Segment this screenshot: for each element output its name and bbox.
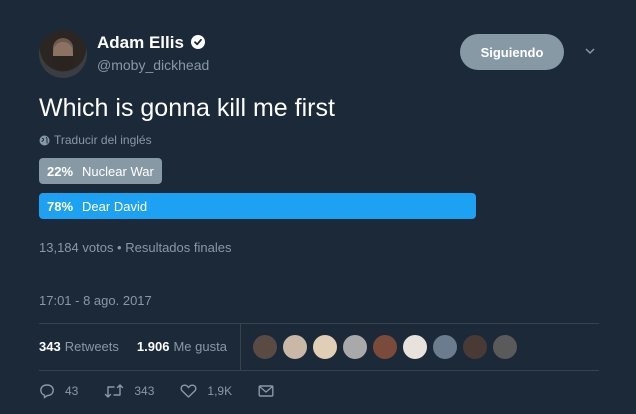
heart-icon bbox=[180, 384, 197, 398]
envelope-icon bbox=[258, 385, 274, 397]
poll-option-label: Nuclear War bbox=[82, 163, 154, 179]
translate-label: Traducir del inglés bbox=[54, 133, 152, 147]
tweet-timestamp[interactable]: 17:01 - 8 ago. 2017 bbox=[39, 293, 152, 308]
divider bbox=[39, 323, 599, 324]
liker-avatar[interactable] bbox=[432, 334, 458, 360]
poll-option-percent: 22% bbox=[47, 163, 74, 179]
retweet-count: 343 bbox=[134, 384, 155, 398]
globe-icon bbox=[39, 135, 50, 146]
retweet-icon bbox=[105, 384, 124, 398]
liker-avatar[interactable] bbox=[282, 334, 308, 360]
like-count: 1,9K bbox=[207, 384, 233, 398]
poll-option-percent: 78% bbox=[47, 198, 74, 214]
retweets-count[interactable]: 343 bbox=[39, 339, 61, 354]
tweet-text: Which is gonna kill me first bbox=[39, 94, 335, 122]
liker-avatars bbox=[252, 334, 522, 360]
liker-avatar[interactable] bbox=[402, 334, 428, 360]
likes-count[interactable]: 1.906 bbox=[137, 339, 170, 354]
translate-link[interactable]: Traducir del inglés bbox=[39, 133, 152, 147]
liker-avatar[interactable] bbox=[342, 334, 368, 360]
chevron-down-icon[interactable] bbox=[584, 44, 596, 56]
retweet-button[interactable]: 343 bbox=[104, 383, 154, 399]
avatar-beard bbox=[52, 56, 74, 70]
poll-summary: 13,184 votos • Resultados finales bbox=[39, 240, 232, 255]
tweet-actions: 43 343 1,9K bbox=[39, 383, 300, 399]
reply-button[interactable]: 43 bbox=[39, 383, 78, 399]
following-button[interactable]: Siguiendo bbox=[460, 34, 564, 70]
liker-avatar[interactable] bbox=[462, 334, 488, 360]
reply-icon bbox=[40, 384, 54, 399]
liker-avatar[interactable] bbox=[372, 334, 398, 360]
tweet-stats: 343 Retweets 1.906 Me gusta bbox=[39, 339, 227, 354]
divider bbox=[240, 324, 241, 370]
poll-option-dear-david: 78% Dear David bbox=[39, 193, 476, 219]
retweets-label[interactable]: Retweets bbox=[65, 339, 119, 354]
poll-option-nuclear-war: 22% Nuclear War bbox=[39, 158, 162, 184]
reply-count: 43 bbox=[65, 384, 79, 398]
author-avatar[interactable] bbox=[39, 30, 87, 78]
author-handle[interactable]: @moby_dickhead bbox=[97, 57, 209, 73]
author-name[interactable]: Adam Ellis bbox=[97, 33, 184, 53]
divider bbox=[39, 370, 599, 371]
poll-option-label: Dear David bbox=[82, 198, 148, 214]
liker-avatar[interactable] bbox=[312, 334, 338, 360]
liker-avatar[interactable] bbox=[252, 334, 278, 360]
like-button[interactable]: 1,9K bbox=[180, 383, 232, 399]
likes-label[interactable]: Me gusta bbox=[173, 339, 226, 354]
liker-avatar[interactable] bbox=[492, 334, 518, 360]
verified-badge-icon bbox=[191, 35, 205, 49]
direct-message-button[interactable] bbox=[258, 384, 274, 398]
